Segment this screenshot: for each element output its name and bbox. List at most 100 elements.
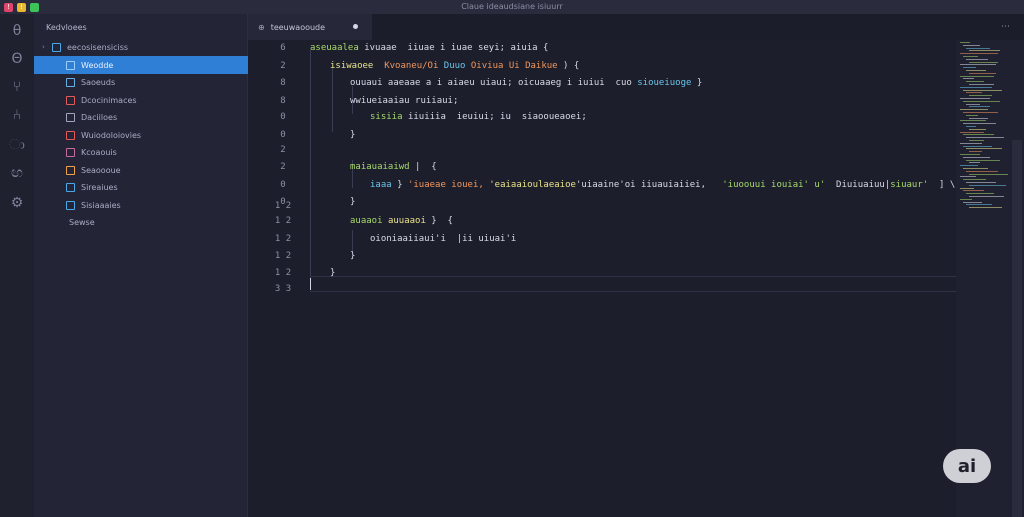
line-number: 6	[280, 43, 286, 53]
modified-dot-icon[interactable]	[353, 24, 358, 29]
file-icon	[66, 165, 75, 175]
minimap-line	[969, 106, 990, 108]
file-icon	[66, 130, 75, 140]
code-line: }	[350, 197, 355, 207]
file-icon	[66, 60, 75, 70]
tree-item[interactable]: Weodde	[34, 56, 248, 74]
minimap-line	[966, 137, 1004, 139]
tree-item[interactable]: Wuiodoloiovies	[34, 126, 248, 144]
search-icon[interactable]: Θ	[8, 50, 26, 68]
tree-item[interactable]: Dcocinimaces	[34, 91, 248, 109]
code-token: {	[543, 43, 549, 53]
more-actions-icon[interactable]: ⋯	[1001, 22, 1010, 32]
editor-window: ! ! Claue ideaudsiane isiuurr θ Θ ⑂ ⑃ ා …	[0, 0, 1024, 517]
text-cursor	[310, 278, 311, 290]
minimap-line	[966, 114, 978, 116]
chevron-down-icon: ›	[42, 43, 45, 51]
tree-item[interactable]: Kcoaouis	[34, 144, 248, 162]
code-line: wwiueiaaiau ruiiaui;	[350, 96, 458, 106]
file-icon	[66, 183, 75, 192]
line-number: 1 2	[274, 268, 292, 278]
tree-item[interactable]: Daciiloes	[34, 109, 248, 127]
minimap-line	[966, 193, 994, 195]
minimap-line	[969, 207, 1002, 209]
tree-item-label: Daciiloes	[81, 113, 118, 122]
code-token: uiaui;	[480, 78, 518, 88]
minimap-line	[963, 179, 986, 181]
code-token: aseuaalea	[310, 43, 365, 53]
code-token: oicuaaeg	[517, 78, 567, 88]
code-token: }	[391, 180, 408, 190]
minimap-line	[960, 142, 982, 144]
minimap-line	[966, 148, 1002, 150]
code-token: }	[330, 268, 336, 278]
code-token: iaaa	[370, 180, 392, 190]
minimap[interactable]	[956, 40, 1012, 220]
extensions-icon[interactable]: ා	[8, 136, 26, 154]
file-icon: ⊕	[258, 22, 265, 32]
minimap-line	[969, 151, 982, 153]
tab-bar: ⊕ teeuwaooude ⋯	[248, 14, 1024, 40]
minimap-line	[960, 64, 996, 66]
tree-root-folder[interactable]: › eecosisensiciss	[34, 38, 248, 56]
vertical-scrollbar[interactable]	[1012, 140, 1022, 517]
minimap-line	[963, 134, 994, 136]
minimap-line	[966, 70, 986, 71]
minimap-line	[966, 126, 976, 127]
code-token: Duuo	[443, 61, 471, 71]
line-number: 0	[280, 180, 286, 190]
code-token: 'iuoouui iouiai' u'	[711, 180, 826, 190]
remote-icon[interactable]: ඟ	[8, 164, 26, 182]
minimap-line	[969, 162, 980, 164]
ai-assistant-button[interactable]: ai	[943, 449, 991, 483]
minimap-line	[963, 112, 998, 113]
minimap-line	[960, 176, 976, 178]
minimap-line	[963, 145, 992, 147]
minimap-line	[963, 201, 982, 203]
minimap-line	[960, 165, 978, 167]
code-line: isiwaoee Kvoaneu/Oi Duuo Oiviua Ui Daiku…	[330, 61, 579, 71]
tree-item[interactable]: Saoeuds	[34, 74, 248, 92]
tab-label: teeuwaooude	[270, 22, 326, 32]
source-control-icon[interactable]: ⑂	[8, 78, 26, 96]
tree-item[interactable]: Sireaiues	[34, 179, 248, 197]
minimap-line	[963, 44, 980, 46]
code-line: sisiia iiuiiia ieuiui; iu siaooueaoei;	[370, 112, 587, 122]
minimap-line	[963, 156, 990, 158]
minimap-line	[963, 190, 984, 192]
explorer-icon[interactable]: θ	[8, 22, 26, 40]
tree-item-label: Wuiodoloiovies	[81, 130, 142, 140]
minimap-line	[960, 98, 990, 99]
code-token: iiuauiaiiei,	[640, 180, 712, 190]
minimap-line	[963, 100, 1000, 102]
minimap-line	[966, 170, 998, 172]
code-editor[interactable]: 6 aseuaalea ivuaae iiuae i iuae seyi; aiu…	[248, 40, 956, 517]
minimap-line	[969, 128, 986, 130]
minimap-line	[969, 184, 1006, 186]
minimap-line	[969, 72, 996, 74]
code-token: siaooueaoei;	[521, 112, 587, 122]
debug-icon[interactable]: ⑃	[8, 106, 26, 124]
line-number: 1 2	[274, 201, 292, 211]
minimap-line	[966, 47, 990, 49]
file-icon	[66, 113, 75, 122]
minimap-line	[969, 95, 992, 97]
line-number: 2	[280, 162, 286, 172]
code-line: oioniaaiiaui'i |ii uiuai'i	[370, 234, 516, 244]
settings-icon[interactable]: ⚙	[8, 194, 26, 212]
file-icon	[66, 78, 75, 87]
tree-item[interactable]: Sewse	[34, 214, 248, 232]
tree-item[interactable]: Seaoooue	[34, 161, 248, 179]
code-line: }	[350, 130, 355, 140]
tab-editor-file[interactable]: ⊕ teeuwaooude	[248, 14, 372, 40]
code-line: }	[350, 251, 355, 261]
code-token: }	[691, 78, 703, 88]
minimap-line	[960, 120, 986, 122]
sidebar-header: Kedvloees	[46, 23, 87, 32]
line-number: 1 2	[274, 216, 292, 226]
minimap-line	[960, 86, 992, 88]
tree-item-label: Kcoaouis	[81, 148, 117, 157]
tree-item[interactable]: Sisiaaaies	[34, 196, 248, 214]
minimap-line	[966, 204, 992, 206]
line-number: 1 2	[274, 234, 292, 244]
